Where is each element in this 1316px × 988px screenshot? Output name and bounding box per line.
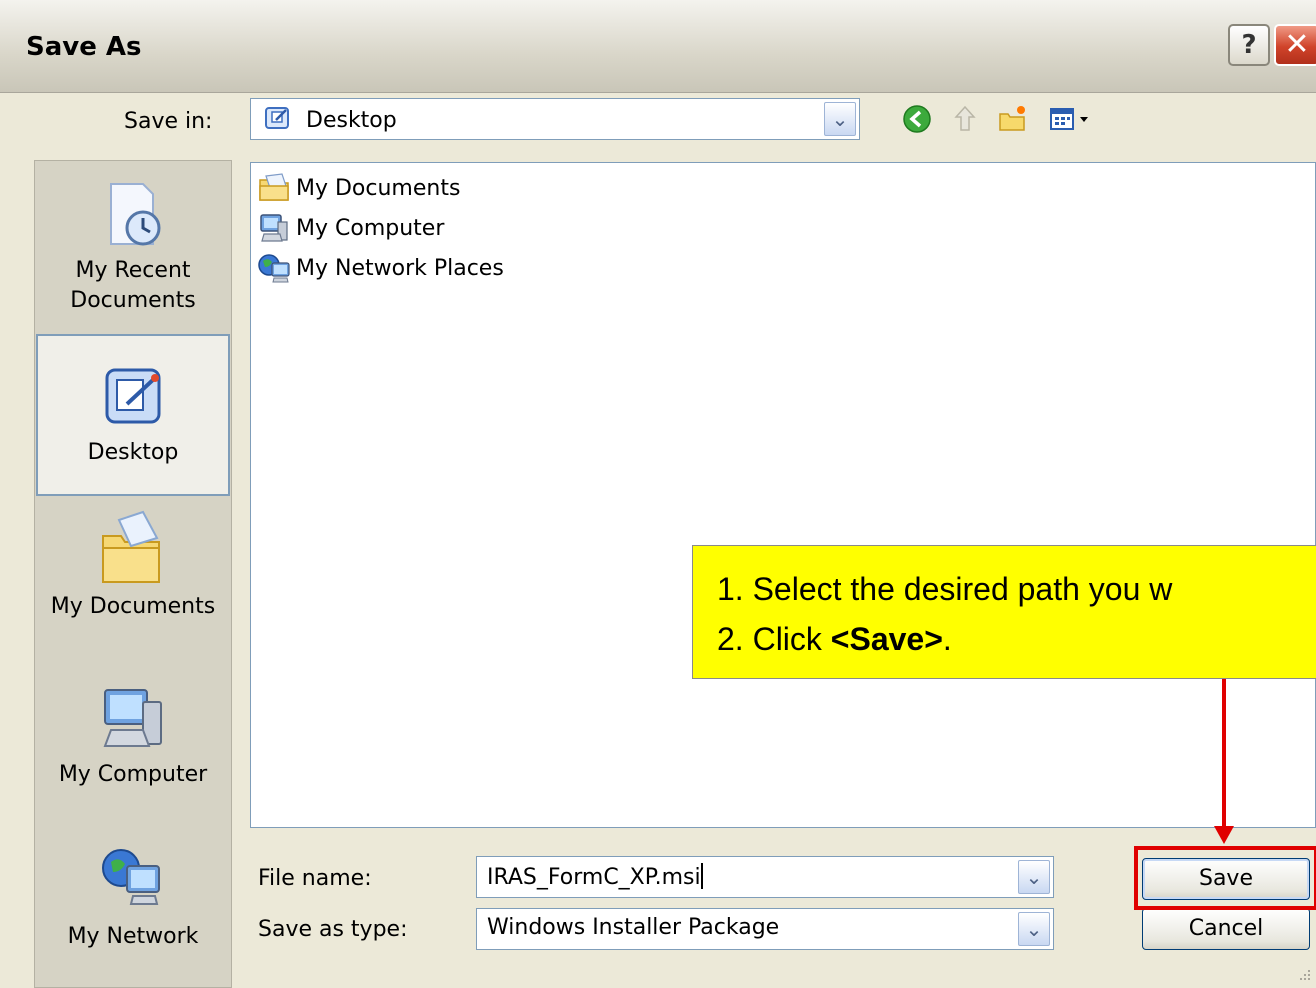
instruction-line-2-bold: <Save>	[830, 621, 943, 657]
instruction-line-2-suffix: .	[942, 621, 952, 657]
chevron-down-icon: ⌄	[831, 107, 849, 131]
place-label-line1: My Network	[67, 924, 199, 949]
save-as-type-select[interactable]: Windows Installer Package	[476, 908, 1054, 950]
window-title: Save As	[26, 32, 142, 62]
place-desktop[interactable]: Desktop	[36, 334, 230, 496]
instruction-line-2: 2. Click <Save>.	[717, 614, 1316, 664]
folder-icon	[259, 173, 289, 201]
close-icon: ✕	[1284, 27, 1310, 62]
save-in-dropdown-button[interactable]: ⌄	[824, 102, 856, 136]
file-name: My Documents	[296, 175, 461, 201]
cancel-button[interactable]: Cancel	[1142, 908, 1310, 950]
place-label-line1: My Recent	[75, 258, 191, 283]
annotation-arrow-line	[1222, 679, 1226, 829]
back-icon[interactable]	[900, 102, 934, 136]
file-name-label: File name:	[258, 866, 372, 891]
my-computer-icon	[103, 689, 162, 747]
file-name-value: IRAS_FormC_XP.msi	[487, 865, 701, 890]
place-my-recent-documents[interactable]: My Recent Documents	[38, 178, 228, 316]
network-places-icon	[258, 254, 290, 283]
instruction-line-2-prefix: 2. Click	[717, 621, 831, 657]
place-my-computer[interactable]: My Computer	[38, 680, 228, 790]
annotation-arrow-head	[1214, 826, 1234, 844]
list-item[interactable]: My Computer	[258, 210, 444, 246]
save-in-value: Desktop	[306, 108, 397, 133]
save-as-type-dropdown-button[interactable]: ⌄	[1018, 912, 1050, 946]
title-bar[interactable]	[0, 0, 1316, 93]
list-item[interactable]: My Documents	[258, 170, 460, 206]
up-folder-icon[interactable]	[948, 102, 982, 136]
instruction-callout: 1. Select the desired path you w 2. Clic…	[692, 545, 1316, 679]
text-caret	[700, 863, 703, 889]
my-documents-icon	[102, 510, 160, 583]
save-as-type-label: Save as type:	[258, 917, 408, 942]
desktop-icon	[105, 368, 161, 424]
place-my-documents[interactable]: My Documents	[38, 508, 228, 622]
file-name-field[interactable]: IRAS_FormC_XP.msi	[476, 856, 1054, 898]
place-label-line2: Documents	[70, 288, 196, 313]
save-button-highlight	[1134, 846, 1316, 910]
file-name: My Network Places	[296, 255, 504, 281]
recent-documents-icon	[110, 183, 161, 246]
resize-grip-icon[interactable]	[1296, 966, 1312, 982]
save-in-label: Save in:	[124, 109, 213, 134]
place-my-network[interactable]: My Network	[38, 842, 228, 952]
help-button[interactable]: ?	[1228, 24, 1270, 66]
save-as-type-value: Windows Installer Package	[487, 915, 780, 940]
close-button[interactable]: ✕	[1274, 24, 1316, 66]
file-name: My Computer	[296, 215, 445, 241]
computer-icon	[260, 214, 288, 242]
chevron-down-icon: ⌄	[1025, 917, 1043, 941]
instruction-line-1: 1. Select the desired path you w	[717, 571, 1173, 607]
my-network-icon	[102, 849, 160, 905]
desktop-small-icon	[265, 107, 289, 129]
chevron-down-icon: ⌄	[1025, 865, 1043, 889]
place-label-line1: My Documents	[50, 594, 216, 619]
views-menu-icon[interactable]	[1048, 102, 1094, 136]
place-label-line1: Desktop	[87, 440, 179, 465]
place-label-line1: My Computer	[58, 762, 208, 787]
new-folder-icon[interactable]	[996, 102, 1030, 136]
file-name-dropdown-button[interactable]: ⌄	[1018, 860, 1050, 894]
list-item[interactable]: My Network Places	[258, 250, 504, 286]
